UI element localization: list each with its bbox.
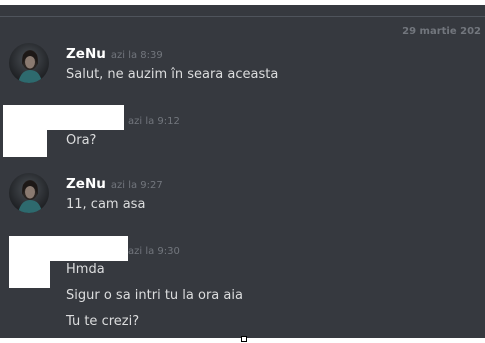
username[interactable]: ZeNu xyxy=(66,176,106,192)
message-timestamp[interactable]: azi la 9:27 xyxy=(111,180,163,191)
avatar-image-icon xyxy=(9,43,49,83)
message-content: 11, cam asa xyxy=(66,197,146,212)
message-header: ZeNu azi la 8:39 xyxy=(66,44,163,65)
chat-message-list[interactable]: 29 martie 202 ZeNu azi la 8:39 Salut, ne… xyxy=(0,5,485,338)
date-divider: 29 martie 202 xyxy=(0,16,485,38)
message-timestamp[interactable]: azi la 8:39 xyxy=(111,50,163,61)
redaction-box xyxy=(47,105,124,130)
message-content: Sigur o sa intri tu la ora aia xyxy=(66,288,243,303)
message-content: Salut, ne auzim în seara aceasta xyxy=(66,67,279,82)
avatar-image-icon xyxy=(9,173,49,213)
message-timestamp[interactable]: azi la 9:30 xyxy=(128,246,180,257)
redaction-box xyxy=(9,236,50,288)
redaction-box xyxy=(3,105,47,157)
message-content: Tu te crezi? xyxy=(66,314,140,329)
message-timestamp[interactable]: azi la 9:12 xyxy=(128,116,180,127)
user-avatar[interactable] xyxy=(9,43,49,83)
message-header: ZeNu azi la 9:27 xyxy=(66,174,163,195)
resize-handle[interactable] xyxy=(241,336,247,342)
user-avatar[interactable] xyxy=(9,173,49,213)
username[interactable]: ZeNu xyxy=(66,46,106,62)
date-divider-label: 29 martie 202 xyxy=(396,26,485,38)
message-content: Hmda xyxy=(66,262,105,277)
redaction-box xyxy=(50,236,128,261)
message-content: Ora? xyxy=(66,133,97,148)
